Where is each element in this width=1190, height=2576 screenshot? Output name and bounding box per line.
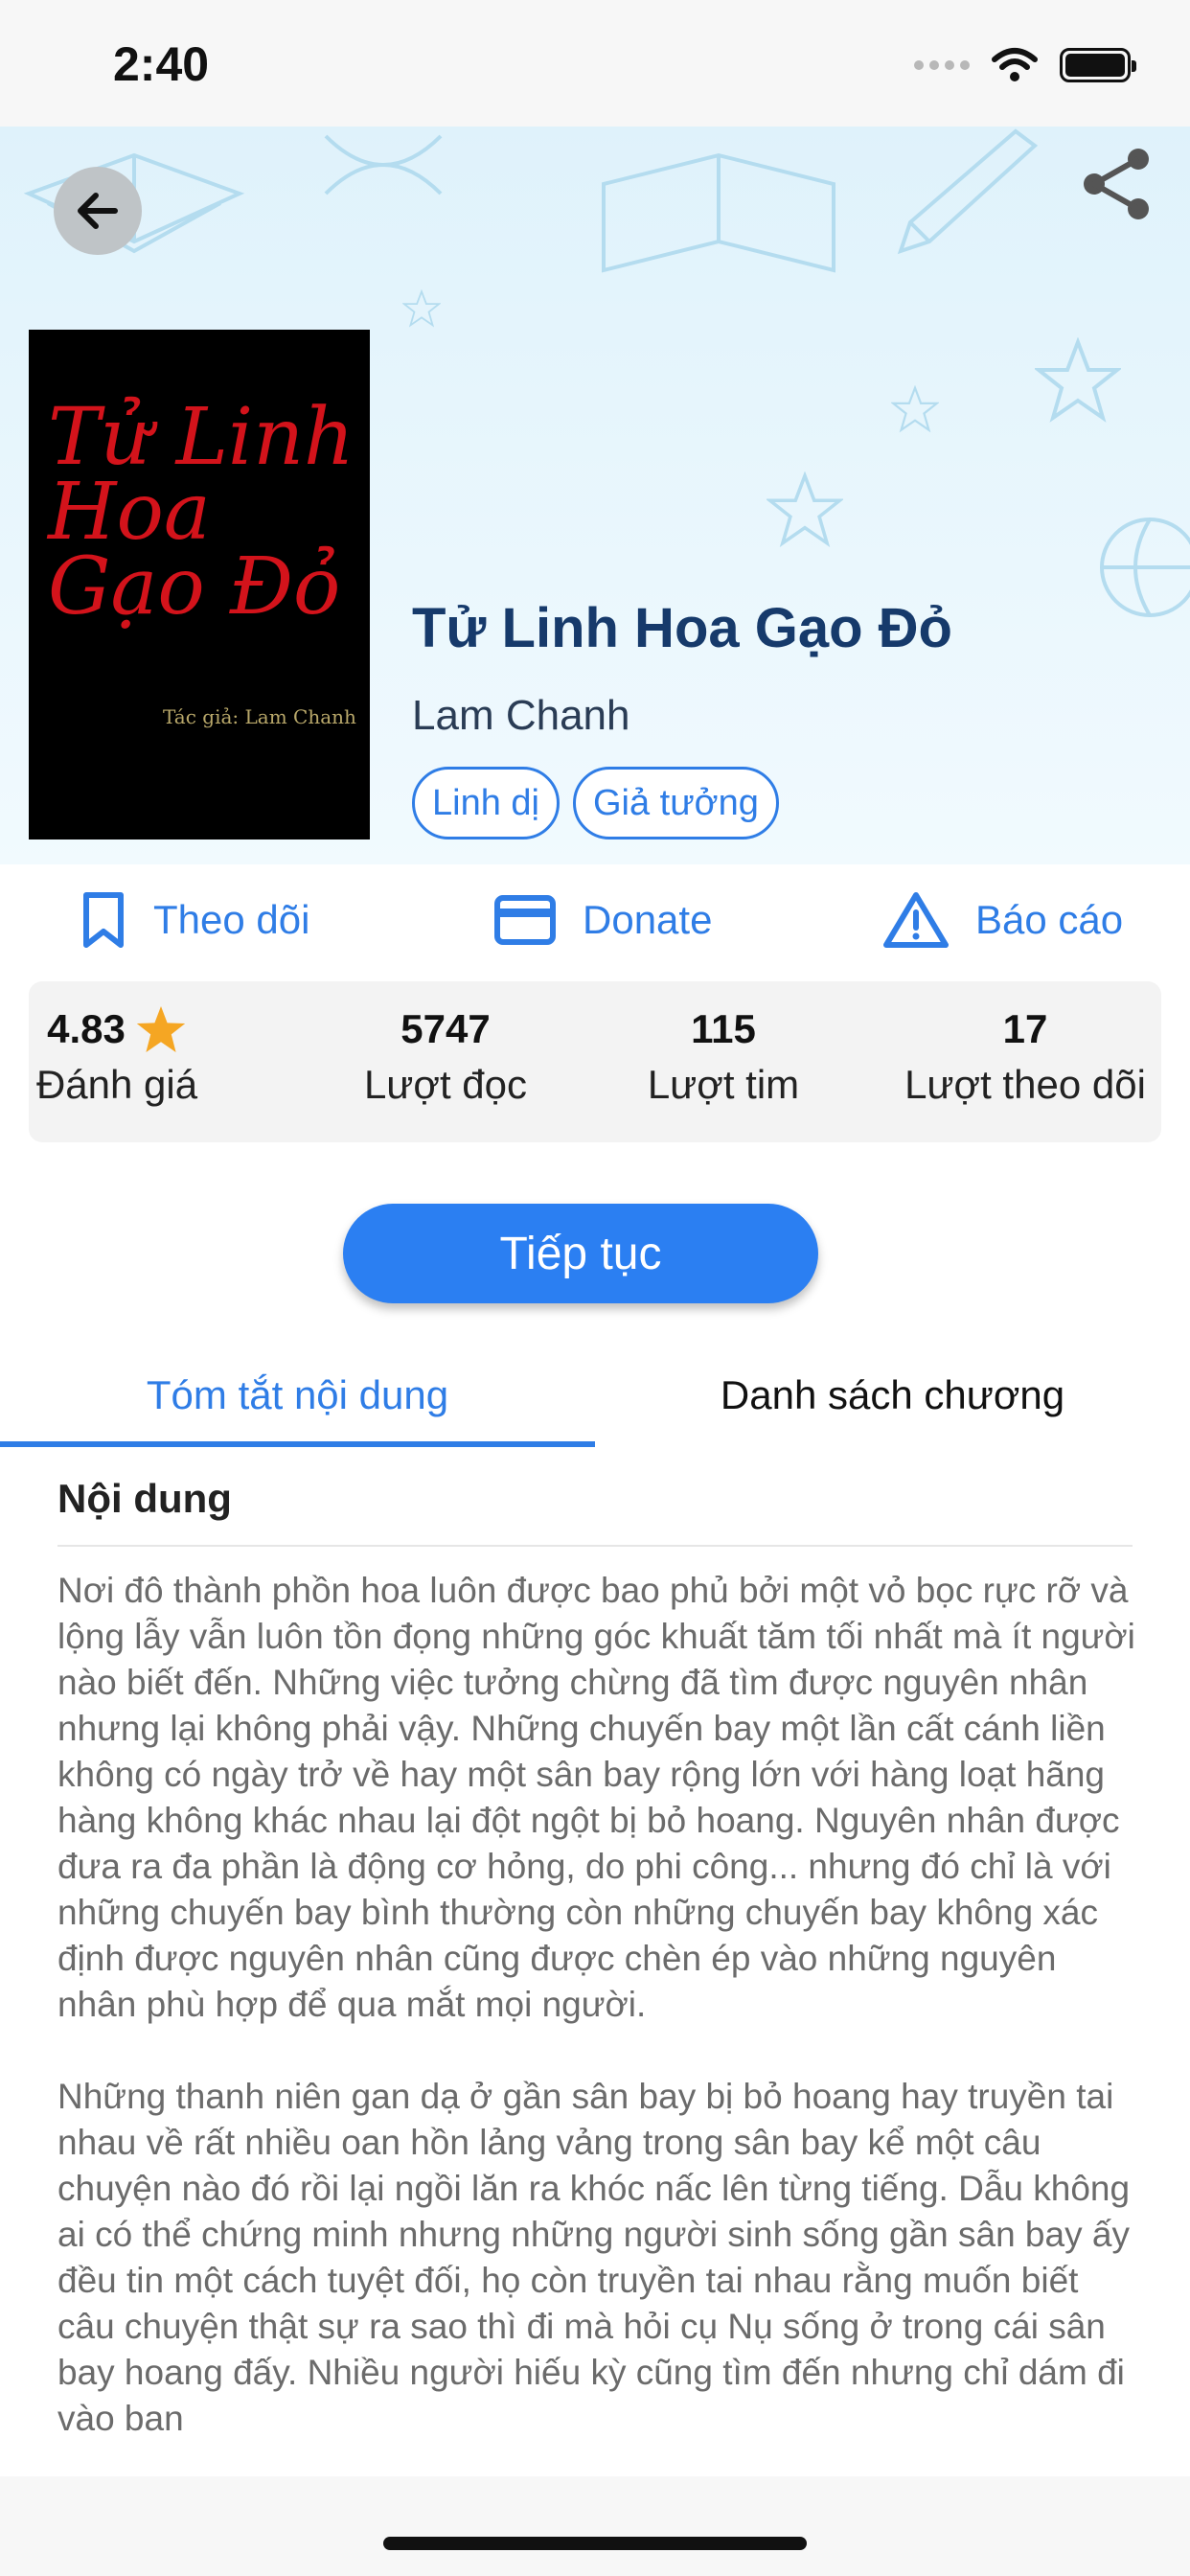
- rating-value: 4.83: [47, 1006, 126, 1051]
- doodle-star-icon: [1035, 337, 1121, 423]
- back-button[interactable]: [54, 167, 142, 255]
- stats-panel: 4.83 Đánh giá 5747 Lượt đọc 115 Lượt tim…: [29, 981, 1161, 1142]
- doodle-globe-icon: [1100, 518, 1190, 617]
- reads-label: Lượt đọc: [363, 1062, 528, 1107]
- tag-list: Linh dị Giả tưởng: [412, 767, 779, 840]
- battery-icon: [1060, 48, 1136, 82]
- tab-chapter-list[interactable]: Danh sách chương: [595, 1342, 1190, 1449]
- credit-card-icon: [494, 895, 556, 945]
- action-row: Theo dõi Donate Báo cáo: [0, 872, 1190, 968]
- hearts-value: 115: [691, 1006, 756, 1051]
- star-icon: [136, 1006, 186, 1052]
- status-time: 2:40: [113, 37, 210, 91]
- donate-button[interactable]: Donate: [494, 872, 712, 968]
- wifi-icon: [992, 48, 1038, 81]
- share-icon: [1084, 149, 1149, 219]
- summary-paragraph: Nơi đô thành phồn hoa luôn được bao phủ …: [57, 1571, 1135, 2024]
- doodle-pencil-icon: [897, 128, 1039, 255]
- home-indicator[interactable]: [383, 2537, 807, 2550]
- stat-rating-value-row: 4.83: [33, 1004, 201, 1054]
- donate-label: Donate: [583, 897, 713, 942]
- summary-paragraph: Những thanh niên gan dạ ở gần sân bay bị…: [57, 2077, 1131, 2438]
- follow-label: Theo dõi: [153, 897, 310, 942]
- summary-text: Nơi đô thành phồn hoa luôn được bao phủ …: [57, 1568, 1140, 2472]
- book-author[interactable]: Lam Chanh: [412, 692, 629, 740]
- stat-rating: 4.83 Đánh giá: [33, 1004, 201, 1108]
- cover-title: Tử Linh Hoa Gạo Đỏ: [48, 392, 355, 632]
- report-button[interactable]: Báo cáo: [883, 872, 1123, 968]
- tag-chip[interactable]: Linh dị: [412, 767, 560, 840]
- arrow-left-icon: [78, 193, 118, 229]
- divider: [57, 1545, 1133, 1547]
- stat-hearts: 115 Lượt tim: [604, 1004, 843, 1108]
- bottom-safe-area: [0, 2476, 1190, 2576]
- continue-reading-button[interactable]: Tiếp tục: [343, 1204, 818, 1303]
- cover-author: Tác giả: Lam Chanh: [163, 705, 356, 728]
- tab-summary[interactable]: Tóm tắt nội dung: [0, 1342, 595, 1449]
- warning-triangle-icon: [883, 892, 949, 948]
- hearts-label: Lượt tim: [647, 1062, 800, 1107]
- share-button[interactable]: [1079, 146, 1156, 222]
- book-title: Tử Linh Hoa Gạo Đỏ: [412, 597, 952, 659]
- stat-followers: 17 Lượt theo dõi: [891, 1004, 1159, 1108]
- content-section-title: Nội dung: [57, 1476, 232, 1521]
- doodle-dna-icon: [324, 134, 443, 196]
- reads-value: 5747: [400, 1006, 491, 1051]
- bookmark-icon: [83, 892, 124, 948]
- book-cover: Tử Linh Hoa Gạo Đỏ Tác giả: Lam Chanh: [29, 330, 370, 840]
- doodle-book-icon: [602, 152, 835, 273]
- status-icons: [914, 44, 1136, 86]
- active-tab-indicator: [0, 1441, 595, 1447]
- report-label: Báo cáo: [975, 897, 1124, 942]
- tag-chip[interactable]: Giả tưởng: [572, 767, 779, 840]
- follow-button[interactable]: Theo dõi: [80, 872, 309, 968]
- doodle-star-icon: [402, 289, 441, 328]
- followers-value: 17: [1002, 1006, 1048, 1051]
- cellular-signal-icon: [914, 60, 970, 70]
- stat-reads: 5747 Lượt đọc: [326, 1004, 565, 1108]
- tab-bar: Tóm tắt nội dung Danh sách chương: [0, 1342, 1190, 1449]
- followers-label: Lượt theo dõi: [904, 1062, 1146, 1107]
- doodle-star-icon: [891, 385, 939, 433]
- status-bar: 2:40: [0, 0, 1190, 126]
- doodle-star-icon: [767, 472, 843, 547]
- rating-label: Đánh giá: [35, 1062, 198, 1107]
